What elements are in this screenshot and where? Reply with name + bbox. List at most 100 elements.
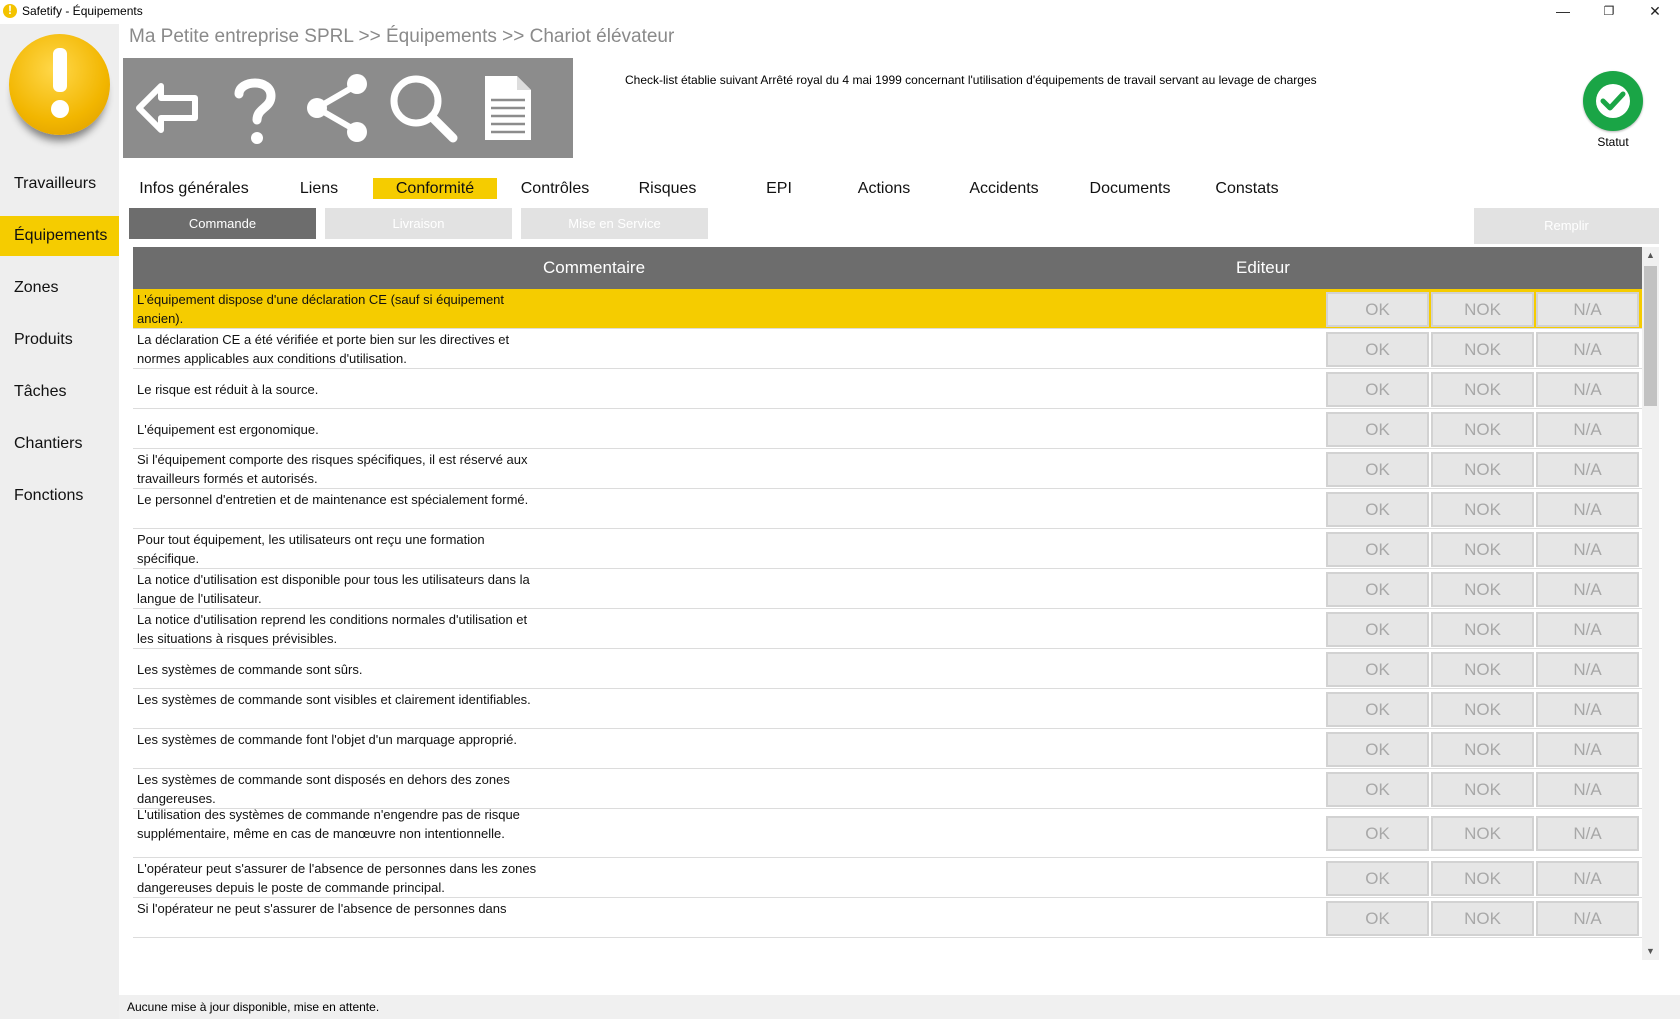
na-option-button[interactable]: N/A bbox=[1536, 291, 1639, 327]
na-option-button[interactable]: N/A bbox=[1536, 411, 1639, 447]
ok-option-button[interactable]: OK bbox=[1326, 451, 1429, 487]
table-row[interactable]: Les systèmes de commande sont visibles e… bbox=[133, 689, 1642, 729]
table-row[interactable]: Si l'opérateur ne peut s'assurer de l'ab… bbox=[133, 898, 1642, 938]
maximize-button[interactable]: ❐ bbox=[1586, 0, 1632, 24]
ok-option-button[interactable]: OK bbox=[1326, 691, 1429, 727]
subtab-livraison[interactable]: Livraison bbox=[325, 208, 512, 239]
back-arrow-icon[interactable] bbox=[131, 68, 211, 148]
nok-option-button[interactable]: NOK bbox=[1431, 816, 1534, 851]
na-option-button[interactable]: N/A bbox=[1536, 816, 1639, 851]
tab-accidents[interactable]: Accidents bbox=[962, 178, 1046, 199]
ok-option-button[interactable]: OK bbox=[1326, 860, 1429, 896]
table-row[interactable]: Si l'équipement comporte des risques spé… bbox=[133, 449, 1642, 489]
sidebar-item-chantiers[interactable]: Chantiers bbox=[0, 424, 119, 464]
tab-liens[interactable]: Liens bbox=[290, 178, 348, 199]
na-option-button[interactable]: N/A bbox=[1536, 531, 1639, 567]
minimize-button[interactable]: — bbox=[1540, 0, 1586, 24]
subtab-mise-en-service[interactable]: Mise en Service bbox=[521, 208, 708, 239]
ok-option-button[interactable]: OK bbox=[1326, 371, 1429, 407]
ok-option-button[interactable]: OK bbox=[1326, 291, 1429, 327]
table-row[interactable]: L'équipement dispose d'une déclaration C… bbox=[133, 289, 1642, 329]
nok-option-button[interactable]: NOK bbox=[1431, 691, 1534, 727]
share-icon[interactable] bbox=[299, 68, 379, 148]
ok-option-button[interactable]: OK bbox=[1326, 411, 1429, 447]
ok-option-button[interactable]: OK bbox=[1326, 771, 1429, 807]
tab-epi[interactable]: EPI bbox=[760, 178, 798, 199]
na-option-button[interactable]: N/A bbox=[1536, 611, 1639, 647]
ok-option-button[interactable]: OK bbox=[1326, 491, 1429, 527]
na-option-button[interactable]: N/A bbox=[1536, 331, 1639, 367]
sidebar-item-taches[interactable]: Tâches bbox=[0, 372, 119, 412]
na-option-button[interactable]: N/A bbox=[1536, 451, 1639, 487]
tab-infos-generales[interactable]: Infos générales bbox=[135, 178, 253, 199]
nok-option-button[interactable]: NOK bbox=[1431, 411, 1534, 447]
help-question-icon[interactable] bbox=[215, 68, 295, 148]
sidebar-item-equipements[interactable]: Équipements bbox=[0, 216, 119, 256]
scroll-down-arrow-icon[interactable]: ▼ bbox=[1642, 943, 1659, 960]
vertical-scrollbar[interactable]: ▲ ▼ bbox=[1642, 247, 1659, 960]
nok-option-button[interactable]: NOK bbox=[1431, 771, 1534, 807]
status-option-group: OK NOK N/A bbox=[1326, 651, 1640, 687]
close-button[interactable]: ✕ bbox=[1632, 0, 1678, 24]
search-icon[interactable] bbox=[383, 68, 463, 148]
table-row[interactable]: L'équipement est ergonomique. OK NOK N/A bbox=[133, 409, 1642, 449]
na-option-button[interactable]: N/A bbox=[1536, 651, 1639, 687]
subtab-commande[interactable]: Commande bbox=[129, 208, 316, 239]
tab-documents[interactable]: Documents bbox=[1082, 178, 1178, 199]
table-row[interactable]: L'opérateur peut s'assurer de l'absence … bbox=[133, 858, 1642, 898]
na-option-button[interactable]: N/A bbox=[1536, 731, 1639, 767]
ok-option-button[interactable]: OK bbox=[1326, 651, 1429, 687]
nok-option-button[interactable]: NOK bbox=[1431, 531, 1534, 567]
nok-option-button[interactable]: NOK bbox=[1431, 731, 1534, 767]
na-option-button[interactable]: N/A bbox=[1536, 900, 1639, 936]
nok-option-button[interactable]: NOK bbox=[1431, 900, 1534, 936]
ok-option-button[interactable]: OK bbox=[1326, 571, 1429, 607]
tab-constats[interactable]: Constats bbox=[1209, 178, 1285, 199]
ok-option-button[interactable]: OK bbox=[1326, 531, 1429, 567]
nok-option-button[interactable]: NOK bbox=[1431, 371, 1534, 407]
ok-option-button[interactable]: OK bbox=[1326, 900, 1429, 936]
scroll-up-arrow-icon[interactable]: ▲ bbox=[1642, 247, 1659, 264]
table-row[interactable]: Le personnel d'entretien et de maintenan… bbox=[133, 489, 1642, 529]
check-circle-icon[interactable] bbox=[1583, 71, 1643, 131]
table-row[interactable]: La déclaration CE a été vérifiée et port… bbox=[133, 329, 1642, 369]
table-row[interactable]: Le risque est réduit à la source. OK NOK N/… bbox=[133, 369, 1642, 409]
ok-option-button[interactable]: OK bbox=[1326, 331, 1429, 367]
nok-option-button[interactable]: NOK bbox=[1431, 451, 1534, 487]
tab-actions[interactable]: Actions bbox=[850, 178, 918, 199]
nok-option-button[interactable]: NOK bbox=[1431, 860, 1534, 896]
na-option-button[interactable]: N/A bbox=[1536, 860, 1639, 896]
na-option-button[interactable]: N/A bbox=[1536, 691, 1639, 727]
sidebar-item-zones[interactable]: Zones bbox=[0, 268, 119, 308]
na-option-button[interactable]: N/A bbox=[1536, 571, 1639, 607]
tab-conformite[interactable]: Conformité bbox=[373, 178, 497, 199]
table-row[interactable]: Les systèmes de commande sont sûrs. OK NOK… bbox=[133, 649, 1642, 689]
nok-option-button[interactable]: NOK bbox=[1431, 651, 1534, 687]
table-row[interactable]: Les systèmes de commande sont disposés e… bbox=[133, 769, 1642, 809]
na-option-button[interactable]: N/A bbox=[1536, 491, 1639, 527]
nok-option-button[interactable]: NOK bbox=[1431, 491, 1534, 527]
table-row[interactable]: La notice d'utilisation reprend les cond… bbox=[133, 609, 1642, 649]
nok-option-button[interactable]: NOK bbox=[1431, 611, 1534, 647]
nok-option-button[interactable]: NOK bbox=[1431, 571, 1534, 607]
sidebar-item-travailleurs[interactable]: Travailleurs bbox=[0, 164, 119, 204]
ok-option-button[interactable]: OK bbox=[1326, 816, 1429, 851]
table-header: Commentaire Editeur bbox=[133, 247, 1642, 289]
sidebar-item-produits[interactable]: Produits bbox=[0, 320, 119, 360]
scroll-thumb[interactable] bbox=[1644, 266, 1657, 406]
table-row[interactable]: La notice d'utilisation est disponible p… bbox=[133, 569, 1642, 609]
nok-option-button[interactable]: NOK bbox=[1431, 331, 1534, 367]
remplir-button[interactable]: Remplir bbox=[1474, 208, 1659, 244]
sidebar-item-fonctions[interactable]: Fonctions bbox=[0, 476, 119, 516]
table-row[interactable]: L'utilisation des systèmes de commande n… bbox=[133, 807, 1642, 858]
tab-risques[interactable]: Risques bbox=[630, 178, 705, 199]
tab-controles[interactable]: Contrôles bbox=[515, 178, 595, 199]
na-option-button[interactable]: N/A bbox=[1536, 771, 1639, 807]
ok-option-button[interactable]: OK bbox=[1326, 611, 1429, 647]
nok-option-button[interactable]: NOK bbox=[1431, 291, 1534, 327]
ok-option-button[interactable]: OK bbox=[1326, 731, 1429, 767]
table-row[interactable]: Pour tout équipement, les utilisateurs o… bbox=[133, 529, 1642, 569]
table-row[interactable]: Les systèmes de commande font l'objet d'… bbox=[133, 729, 1642, 769]
na-option-button[interactable]: N/A bbox=[1536, 371, 1639, 407]
document-icon[interactable] bbox=[467, 68, 547, 148]
